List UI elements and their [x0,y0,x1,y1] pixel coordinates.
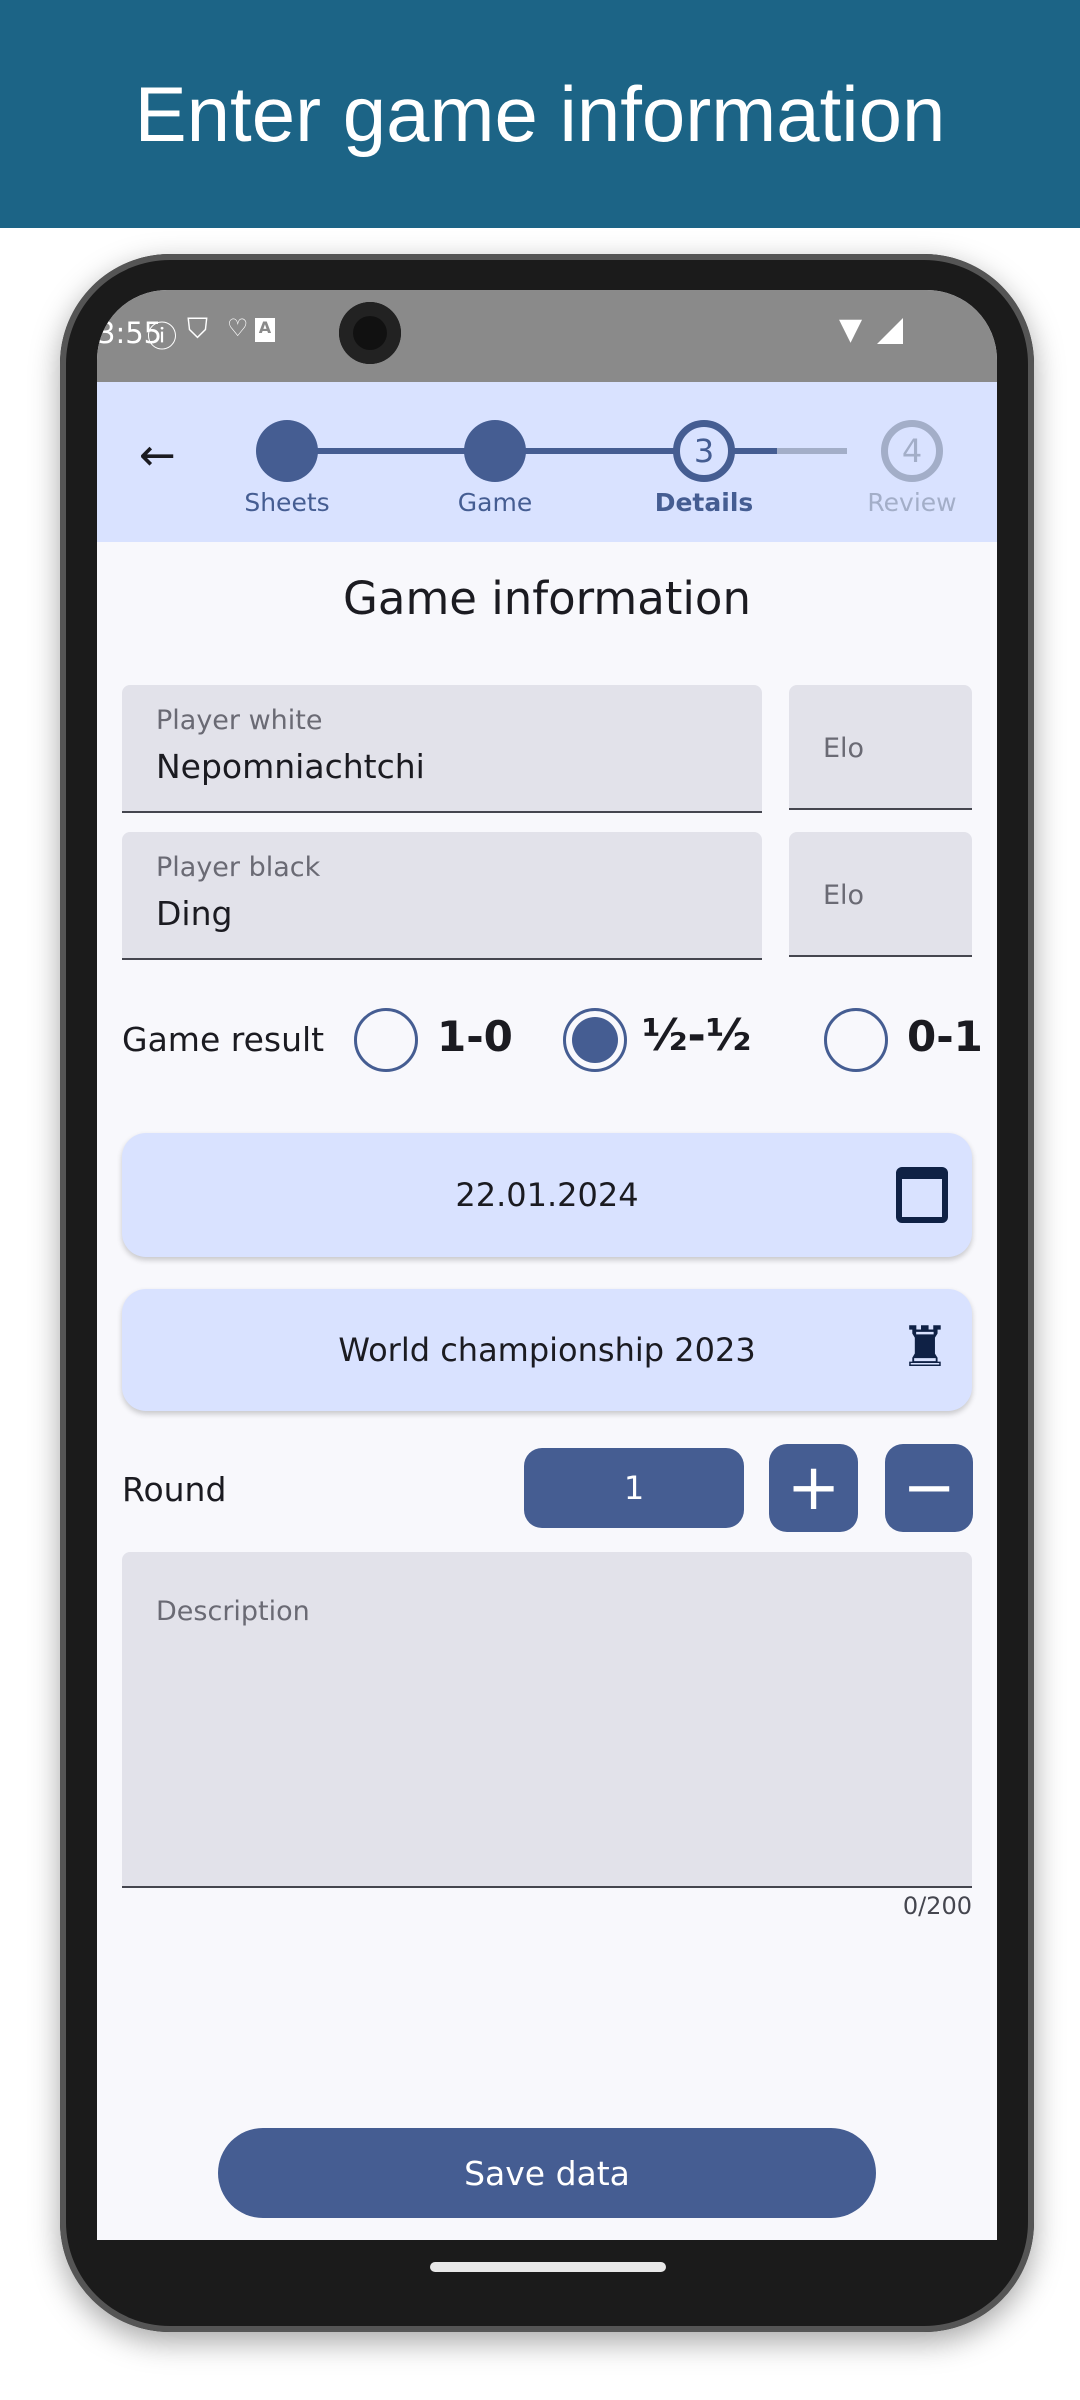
camera-cutout [339,302,401,364]
step-label: Game [457,488,533,517]
description-field[interactable]: Description [122,1552,972,1888]
round-label: Round [122,1470,227,1509]
page-title: Game information [343,572,751,625]
elo-white-field[interactable]: Elo [789,685,972,810]
step-number: 4 [901,432,923,470]
field-value: Nepomniachtchi [156,747,425,786]
round-decrement-button[interactable]: − [885,1444,973,1532]
stepper-line-pending [777,448,847,454]
save-data-button[interactable]: Save data [218,2128,876,2218]
tournament-value: World championship 2023 [338,1331,756,1369]
field-label: Player black [156,852,321,883]
round-value[interactable]: 1 [524,1448,744,1528]
result-radio-white-wins[interactable] [354,1008,418,1072]
field-value: Ding [156,894,233,933]
description-counter: 0/200 [902,1892,972,1920]
step-label: Sheets [244,488,330,517]
date-picker-button[interactable]: 22.01.2024 [122,1133,972,1257]
date-value: 22.01.2024 [455,1176,639,1214]
field-label: Player white [156,705,323,736]
step-label: Details [654,488,754,517]
result-option-label: ½-½ [642,1010,752,1061]
phone-screen: 3:55 ⓘ ⛉ ♡ A ▼ ← 3 4 Sheets Game Details… [97,290,997,2240]
calendar-icon [896,1167,948,1223]
step-label: Review [867,488,957,517]
result-option-label: 1-0 [437,1012,513,1061]
result-radio-draw[interactable] [563,1008,627,1072]
font-icon: A [255,318,275,342]
result-radio-black-wins[interactable] [824,1008,888,1072]
chess-rook-board-icon: ♜ [899,1315,950,1380]
game-result-label: Game result [122,1020,325,1059]
status-bar: 3:55 ⓘ ⛉ ♡ A ▼ [97,290,997,382]
player-white-field[interactable]: Player white Nepomniachtchi [122,685,762,813]
accessibility-icon: ♡ [227,314,249,342]
stepper-bar: ← 3 4 Sheets Game Details Review [97,382,997,542]
result-option-label: 0-1 [907,1012,983,1061]
home-indicator[interactable] [430,2262,666,2272]
round-increment-button[interactable]: + [769,1444,858,1532]
elo-black-field[interactable]: Elo [789,832,972,957]
field-placeholder: Elo [823,880,865,911]
info-icon: ⓘ [147,320,177,355]
shield-icon: ⛉ [187,312,209,345]
promo-banner: Enter game information [0,0,1080,228]
field-placeholder: Elo [823,733,865,764]
step-review[interactable]: 4 [881,420,943,482]
step-number: 3 [693,432,715,470]
step-details[interactable]: 3 [673,420,735,482]
step-sheets[interactable] [256,420,318,482]
player-black-field[interactable]: Player black Ding [122,832,762,960]
wifi-icon: ▼ [839,312,863,347]
signal-icon [877,318,903,344]
step-game[interactable] [464,420,526,482]
back-arrow-icon[interactable]: ← [139,430,176,481]
tournament-button[interactable]: World championship 2023 ♜ [122,1289,972,1411]
field-placeholder: Description [156,1596,310,1627]
